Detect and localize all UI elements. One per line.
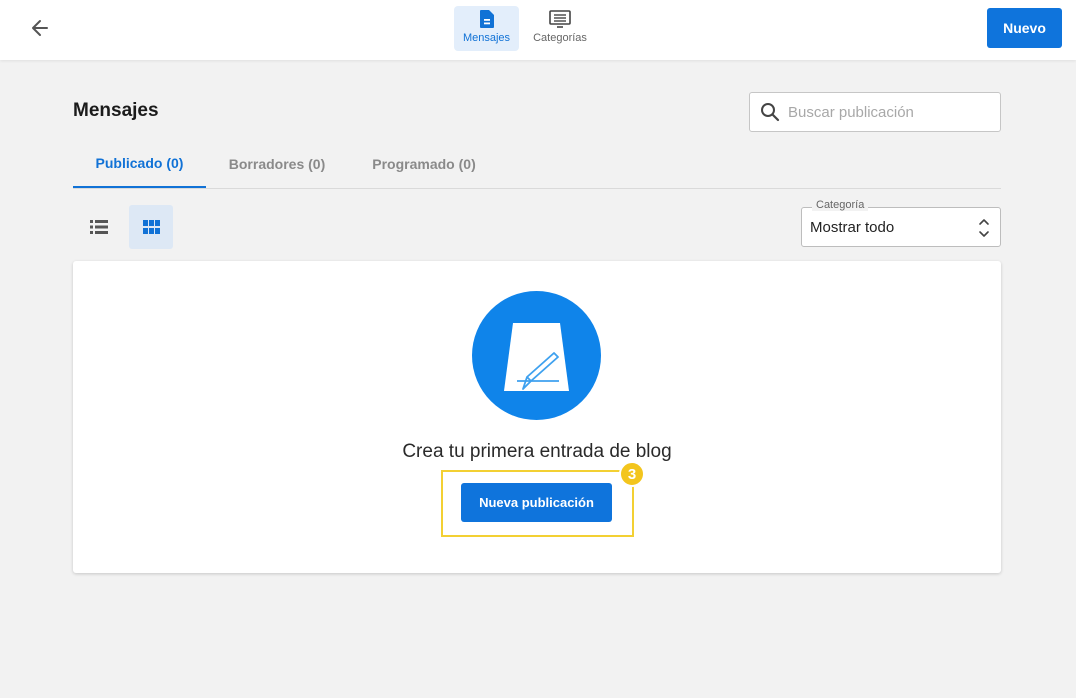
- tab-mensajes[interactable]: Mensajes: [454, 6, 519, 51]
- empty-state-card: Crea tu primera entrada de blog Nueva pu…: [73, 261, 1001, 573]
- tab-mensajes-label: Mensajes: [462, 32, 511, 44]
- tab-categorias-label: Categorías: [533, 32, 587, 44]
- tab-programado[interactable]: Programado (0): [356, 140, 492, 188]
- tab-publicado[interactable]: Publicado (0): [73, 140, 206, 188]
- page-title: Mensajes: [73, 100, 159, 121]
- search-icon: [761, 103, 780, 122]
- list-view-icon: [90, 220, 108, 234]
- document-icon: [479, 10, 494, 28]
- list-box-icon: [549, 10, 571, 28]
- grid-view-button[interactable]: [129, 205, 173, 249]
- search-box[interactable]: [749, 92, 1001, 132]
- tab-categorias[interactable]: Categorías: [526, 6, 594, 51]
- category-select[interactable]: Categoría Mostrar todo: [801, 199, 1001, 247]
- status-tabs: Publicado (0) Borradores (0) Programado …: [73, 140, 1001, 189]
- category-label: Categoría: [812, 199, 869, 211]
- arrow-left-icon: [32, 20, 48, 36]
- search-input[interactable]: [788, 103, 988, 121]
- category-value: Mostrar todo: [810, 219, 895, 236]
- step-number-badge: 3: [619, 461, 645, 487]
- empty-state-message: Crea tu primera entrada de blog: [402, 441, 672, 462]
- grid-view-icon: [142, 220, 160, 234]
- new-post-button[interactable]: Nueva publicación: [461, 483, 612, 522]
- new-button[interactable]: Nuevo: [987, 8, 1062, 48]
- chevron-up-down-icon: [979, 219, 989, 237]
- list-view-button[interactable]: [77, 205, 121, 249]
- top-bar: Mensajes Categorías Nuevo: [0, 0, 1076, 60]
- tab-borradores[interactable]: Borradores (0): [216, 140, 338, 188]
- back-button[interactable]: [24, 14, 56, 42]
- blog-post-illustration-icon: [472, 291, 601, 420]
